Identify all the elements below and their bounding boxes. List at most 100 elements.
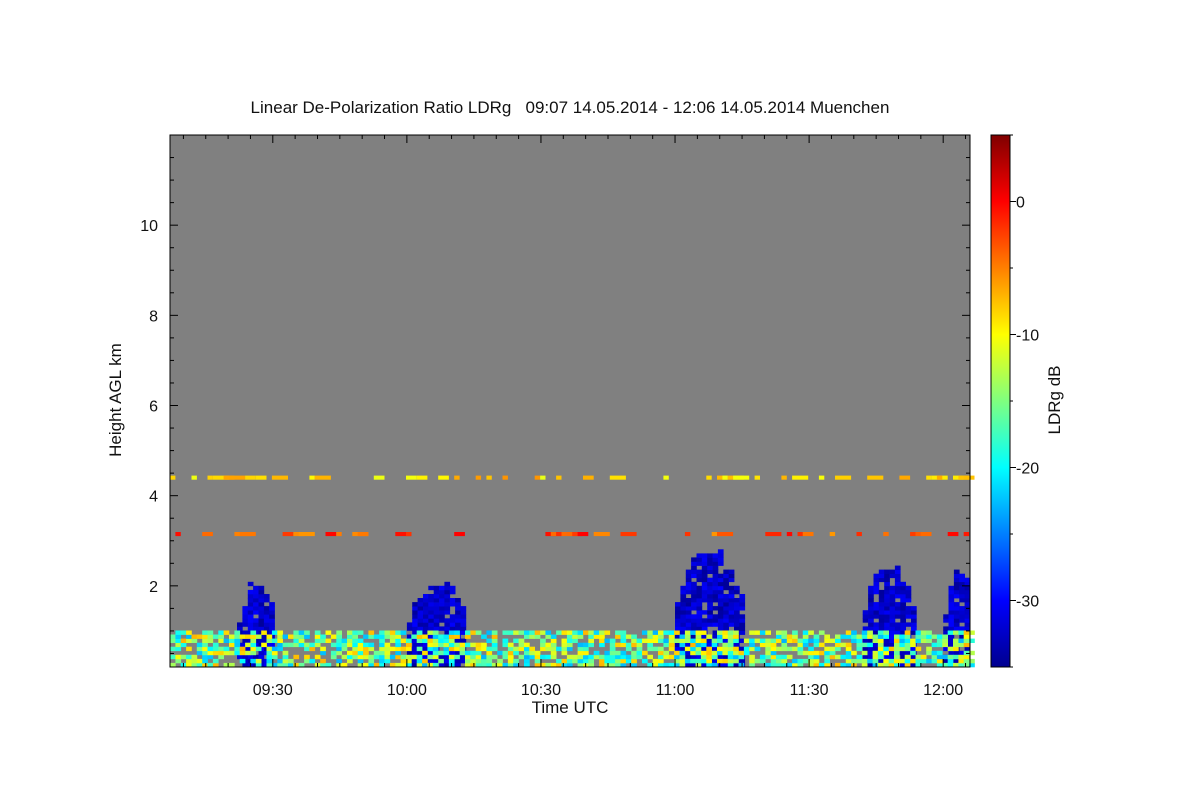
heatmap-cell <box>454 654 460 660</box>
heatmap-cell <box>428 602 434 607</box>
heatmap-cell <box>936 642 943 648</box>
heatmap-cell <box>642 658 648 664</box>
heatmap-cell <box>792 658 798 664</box>
heatmap-cell <box>347 638 353 643</box>
heatmap-cell <box>953 614 960 619</box>
heatmap-cell <box>695 646 702 652</box>
heatmap-cell <box>609 475 626 480</box>
heatmap-cell <box>406 532 412 537</box>
heatmap-cell <box>802 642 809 648</box>
heatmap-cell <box>691 614 697 619</box>
heatmap-cell <box>416 638 423 643</box>
heatmap-cell <box>455 606 461 611</box>
heatmap-cell <box>690 646 696 652</box>
heatmap-cell <box>878 573 885 579</box>
heatmap-cell <box>368 654 375 660</box>
heatmap-cell <box>625 646 632 652</box>
heatmap-cell <box>406 650 413 656</box>
heatmap-cell <box>417 606 424 611</box>
heatmap-cell <box>524 654 530 660</box>
heatmap-cell <box>680 610 687 615</box>
heatmap-cell <box>964 614 971 619</box>
heatmap-cell <box>186 658 192 664</box>
heatmap-cell <box>438 475 449 480</box>
heatmap-cell <box>647 642 653 648</box>
heatmap-cell <box>314 630 321 635</box>
heatmap-cell <box>417 602 424 607</box>
heatmap-cell <box>878 622 885 627</box>
heatmap-cell <box>707 622 713 627</box>
chart-canvas: 09:30 10:00 10:30 11:00 11:30 12:00 2 4 6 8 10 0 -1… <box>140 134 1039 699</box>
heatmap-cell <box>953 610 960 615</box>
heatmap-cell <box>963 658 970 664</box>
heatmap-cell <box>707 614 713 619</box>
heatmap-cell <box>439 602 445 607</box>
heatmap-cell <box>813 654 820 660</box>
heatmap-cell <box>444 598 451 603</box>
heatmap-cell <box>675 602 681 607</box>
heatmap-cell <box>808 630 814 635</box>
heatmap-cell <box>948 634 955 639</box>
heatmap-cell <box>953 606 960 611</box>
heatmap-cell <box>884 585 890 591</box>
heatmap-cell <box>900 610 906 615</box>
heatmap-cell <box>282 650 289 656</box>
heatmap-cell <box>728 589 735 595</box>
heatmap-cell <box>684 532 691 537</box>
heatmap-cell <box>948 594 955 599</box>
heatmap-cell <box>540 630 546 635</box>
heatmap-cell <box>245 475 256 480</box>
heatmap-cell <box>707 581 713 587</box>
heatmap-cell <box>734 610 740 615</box>
heatmap-cell <box>900 618 906 623</box>
heatmap-cell <box>593 630 600 635</box>
heatmap-cell <box>330 642 337 648</box>
heatmap-cell <box>433 626 440 631</box>
heatmap-cell <box>728 602 735 607</box>
heatmap-cell <box>884 606 890 611</box>
heatmap-cell <box>416 646 423 652</box>
heatmap-cell <box>786 638 793 643</box>
heatmap-cell <box>460 626 467 631</box>
x-tick-label: 10:00 <box>387 682 427 699</box>
y-tick-label: 10 <box>140 218 158 235</box>
heatmap-cell <box>706 658 712 664</box>
heatmap-cell <box>439 610 445 615</box>
heatmap-cell <box>529 630 535 635</box>
colorbar-tick-label: -20 <box>1016 461 1039 478</box>
heatmap-cell <box>894 626 901 631</box>
heatmap-cell <box>691 565 697 570</box>
heatmap-cell <box>304 642 310 648</box>
heatmap-cell <box>958 630 965 635</box>
heatmap-cell <box>765 654 771 660</box>
heatmap-cell <box>889 614 896 619</box>
heatmap-cell <box>202 646 208 652</box>
heatmap-cell <box>599 638 605 643</box>
heatmap-cell <box>680 594 687 599</box>
heatmap-cell <box>872 650 879 656</box>
heatmap-cell <box>196 634 203 639</box>
heatmap-cell <box>400 654 407 660</box>
heatmap-cell <box>255 475 267 480</box>
heatmap-cell <box>894 630 901 635</box>
heatmap-cell <box>873 626 880 631</box>
heatmap-cell <box>770 642 777 648</box>
heatmap-cell <box>293 638 300 643</box>
heatmap-cell <box>379 650 385 656</box>
heatmap-cell <box>663 630 670 635</box>
heatmap-cell <box>583 654 589 660</box>
heatmap-cell <box>258 594 265 599</box>
heatmap-cell <box>851 658 857 664</box>
heatmap-cell <box>884 581 890 587</box>
heatmap-cell <box>180 630 187 635</box>
heatmap-cell <box>936 650 943 656</box>
heatmap-cell <box>862 614 869 619</box>
heatmap-cell <box>229 634 235 639</box>
heatmap-cell <box>878 606 885 611</box>
heatmap-cell <box>711 642 718 648</box>
heatmap-cell <box>631 650 637 656</box>
heatmap-cell <box>253 602 259 607</box>
heatmap-cell <box>234 650 241 656</box>
heatmap-cell <box>540 654 546 660</box>
heatmap-cell <box>518 630 525 635</box>
